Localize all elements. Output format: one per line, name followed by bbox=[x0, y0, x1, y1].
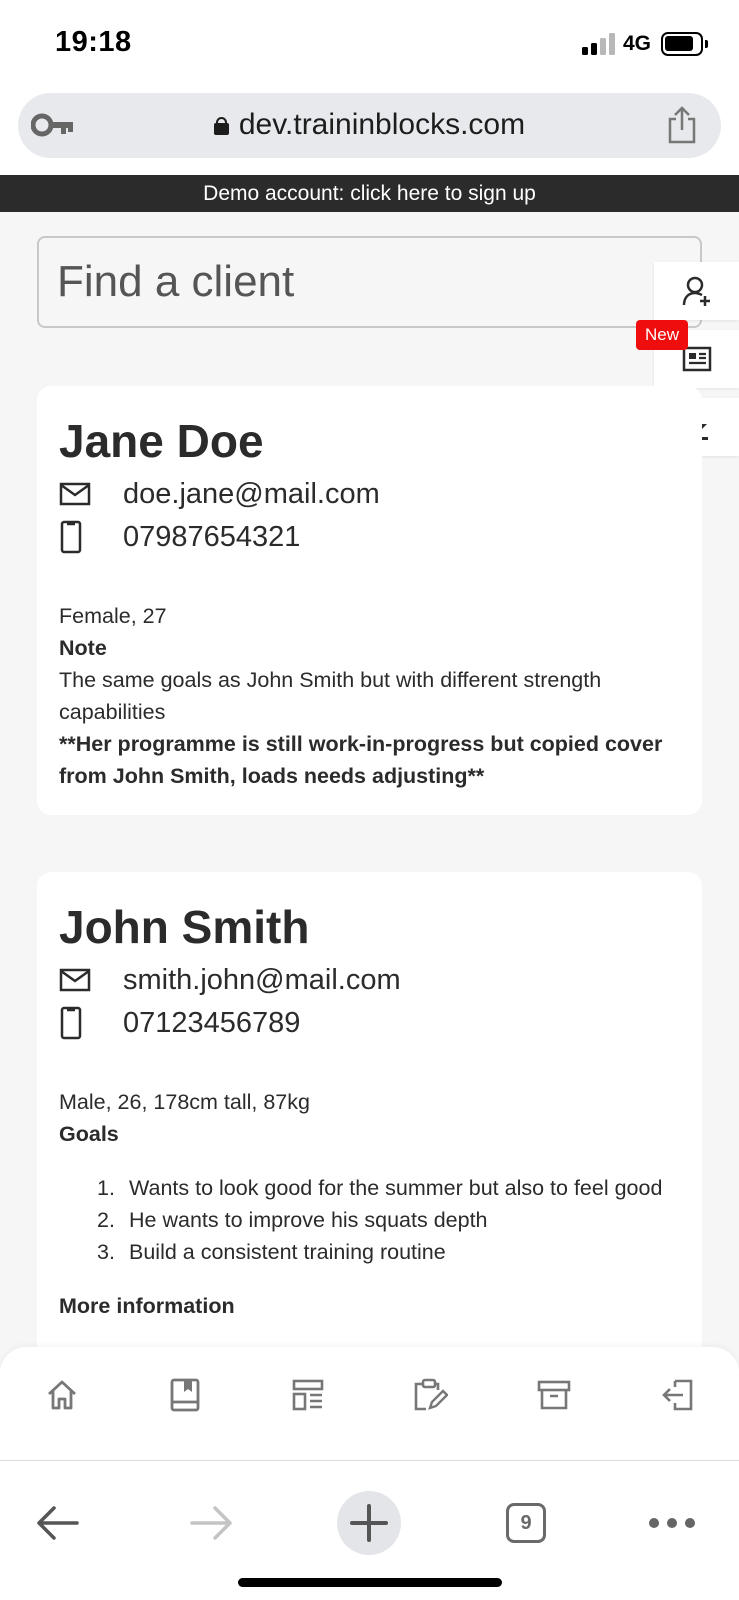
plus-icon bbox=[350, 1504, 388, 1542]
client-email-row[interactable]: smith.john@mail.com bbox=[59, 963, 401, 997]
home-icon[interactable] bbox=[40, 1373, 84, 1417]
client-phone-row[interactable]: 07987654321 bbox=[59, 520, 300, 554]
goals-heading: Goals bbox=[59, 1122, 119, 1146]
news-icon bbox=[682, 346, 711, 372]
client-notes: Female, 27 Note The same goals as John S… bbox=[59, 600, 679, 792]
more-info-heading: More information bbox=[59, 1294, 235, 1318]
list-item: 3. Build a consistent training routine bbox=[97, 1240, 446, 1264]
client-card[interactable]: Jane Doe doe.jane@mail.com 07987654321 F… bbox=[37, 386, 702, 815]
more-button[interactable] bbox=[640, 1491, 704, 1555]
phone-icon bbox=[59, 520, 99, 554]
logout-icon[interactable] bbox=[656, 1373, 700, 1417]
demo-signup-banner[interactable]: Demo account: click here to sign up bbox=[0, 175, 739, 212]
browser-address-area: dev.traininblocks.com bbox=[0, 90, 739, 175]
add-client-button[interactable] bbox=[654, 262, 739, 320]
forward-button[interactable] bbox=[180, 1491, 244, 1555]
tabs-icon: 9 bbox=[506, 1503, 546, 1543]
battery-icon bbox=[661, 32, 708, 56]
archive-icon[interactable] bbox=[532, 1373, 576, 1417]
client-email: doe.jane@mail.com bbox=[123, 477, 380, 510]
client-email: smith.john@mail.com bbox=[123, 963, 401, 996]
signal-icon bbox=[582, 33, 616, 55]
note-text: The same goals as John Smith but with di… bbox=[59, 668, 602, 724]
clipboard-edit-icon[interactable] bbox=[408, 1373, 452, 1417]
more-icon bbox=[649, 1518, 695, 1528]
forward-arrow-icon bbox=[190, 1506, 232, 1540]
list-item: 1. Wants to look good for the summer but … bbox=[97, 1176, 663, 1200]
phone-icon bbox=[59, 1006, 99, 1040]
list-item: 2. He wants to improve his squats depth bbox=[97, 1208, 488, 1232]
back-button[interactable] bbox=[25, 1491, 89, 1555]
client-details: Male, 26, 178cm tall, 87kg bbox=[59, 1090, 310, 1114]
add-client-icon bbox=[682, 276, 710, 306]
note-heading: Note bbox=[59, 636, 107, 660]
mail-icon bbox=[59, 477, 99, 511]
new-badge: New bbox=[636, 320, 689, 350]
mail-icon bbox=[59, 963, 99, 997]
back-arrow-icon bbox=[37, 1506, 79, 1540]
lock-icon bbox=[213, 117, 229, 135]
client-name: John Smith bbox=[59, 901, 310, 953]
network-label: 4G bbox=[623, 32, 652, 55]
client-name: Jane Doe bbox=[59, 415, 264, 467]
url-text: dev.traininblocks.com bbox=[238, 108, 526, 141]
tabs-button[interactable]: 9 bbox=[494, 1491, 558, 1555]
home-indicator[interactable] bbox=[238, 1578, 502, 1587]
goals-list: 1. Wants to look good for the summer but … bbox=[97, 1172, 679, 1268]
url-display[interactable]: dev.traininblocks.com bbox=[18, 108, 721, 142]
app-bottom-nav bbox=[0, 1347, 739, 1462]
client-phone-row[interactable]: 07123456789 bbox=[59, 1006, 300, 1040]
note-bold-text: **Her programme is still work-in-progres… bbox=[59, 732, 663, 788]
address-bar[interactable]: dev.traininblocks.com bbox=[18, 93, 721, 158]
layout-icon[interactable] bbox=[286, 1373, 330, 1417]
share-icon[interactable] bbox=[665, 105, 699, 145]
find-client-input[interactable] bbox=[37, 236, 702, 328]
client-phone: 07123456789 bbox=[123, 1006, 301, 1039]
new-tab-button[interactable] bbox=[337, 1491, 401, 1555]
client-email-row[interactable]: doe.jane@mail.com bbox=[59, 477, 380, 511]
status-bar: 19:18 4G bbox=[0, 0, 739, 90]
status-time: 19:18 bbox=[55, 26, 132, 58]
client-notes: Male, 26, 178cm tall, 87kg Goals 1. Wants… bbox=[59, 1086, 679, 1322]
client-phone: 07987654321 bbox=[123, 520, 301, 553]
client-details: Female, 27 bbox=[59, 604, 167, 628]
book-icon[interactable] bbox=[163, 1373, 207, 1417]
